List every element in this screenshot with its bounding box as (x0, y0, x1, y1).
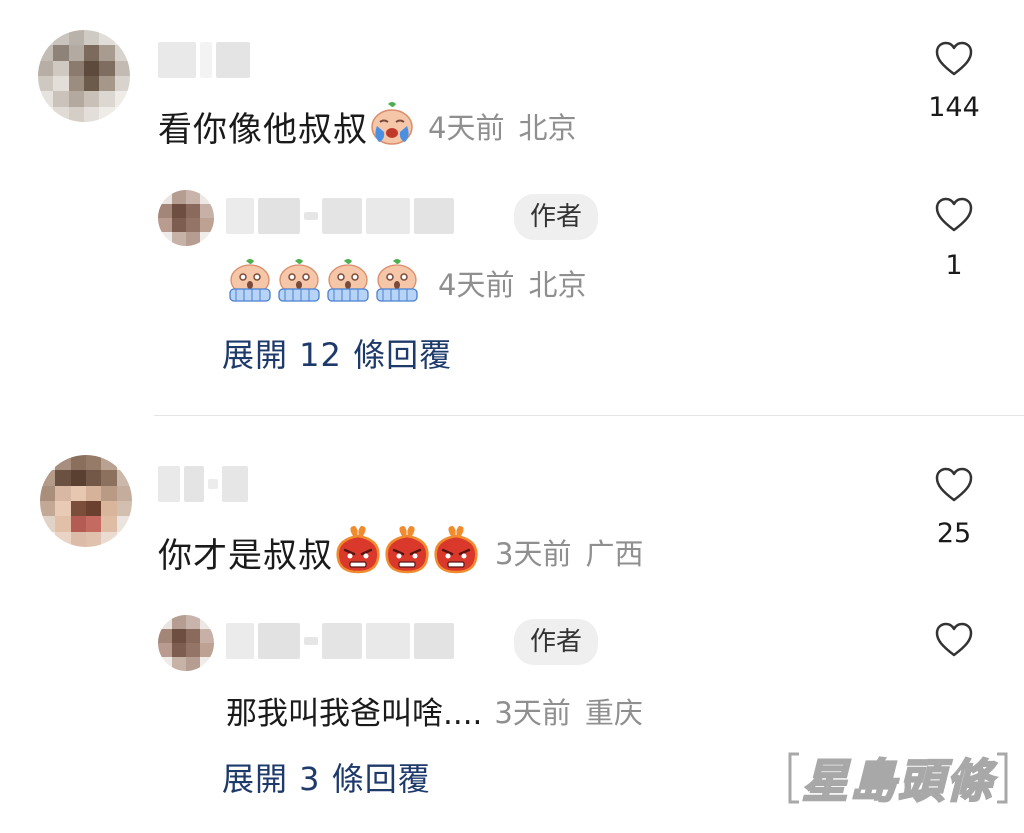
expand-replies-link[interactable]: 展開 3 條回覆 (222, 754, 431, 800)
reply-time: 4天前 (438, 268, 515, 302)
comment-text: 你才是叔叔 (158, 535, 333, 576)
watermark-logo: 星島頭條 (786, 745, 1010, 811)
expand-replies-link[interactable]: 展開 12 條回覆 (222, 330, 452, 376)
reply-like-count: 1 (945, 250, 963, 281)
username-blurred[interactable] (158, 464, 248, 504)
angry-face-emoji (333, 524, 483, 580)
crying-face-emoji (368, 100, 416, 152)
avatar[interactable] (40, 455, 132, 547)
author-tag: 作者 (514, 619, 599, 665)
comment-line: 你才是叔叔 3天前 广西 (158, 524, 643, 580)
reply-time: 3天前 (494, 695, 571, 730)
reply-line: 那我叫我爸叫啥.... 3天前 重庆 (226, 688, 643, 733)
author-avatar[interactable] (158, 615, 214, 671)
username-blurred[interactable] (158, 40, 250, 80)
reply-location: 北京 (528, 268, 587, 302)
shocked-face-emoji (226, 258, 426, 308)
comment-time: 4天前 (428, 111, 505, 145)
like-count: 144 (928, 92, 980, 123)
comment-location: 北京 (518, 111, 577, 145)
watermark-bracket-right-icon (997, 752, 1008, 804)
author-name-blurred[interactable] (226, 621, 454, 661)
author-tag: 作者 (514, 194, 599, 240)
comment-text: 看你像他叔叔 (158, 109, 368, 150)
like-heart-icon[interactable] (934, 40, 974, 78)
reply-line: 4天前 北京 (226, 258, 586, 308)
comment-location: 广西 (585, 537, 644, 571)
comment-line: 看你像他叔叔 4天前 北京 (158, 100, 576, 152)
author-avatar[interactable] (158, 190, 214, 246)
reply-like-heart-icon[interactable] (934, 621, 974, 659)
reply-like-heart-icon[interactable] (934, 196, 974, 234)
author-name-blurred[interactable] (226, 196, 454, 236)
reply-text: 那我叫我爸叫啥.... (226, 696, 483, 732)
like-count: 25 (936, 518, 972, 549)
watermark-bracket-left-icon (788, 752, 799, 804)
like-heart-icon[interactable] (934, 466, 974, 504)
comment-time: 3天前 (495, 537, 572, 571)
watermark-text: 星島頭條 (801, 753, 994, 809)
reply-location: 重庆 (584, 695, 643, 730)
avatar[interactable] (38, 30, 130, 122)
comment-divider (154, 415, 1024, 416)
